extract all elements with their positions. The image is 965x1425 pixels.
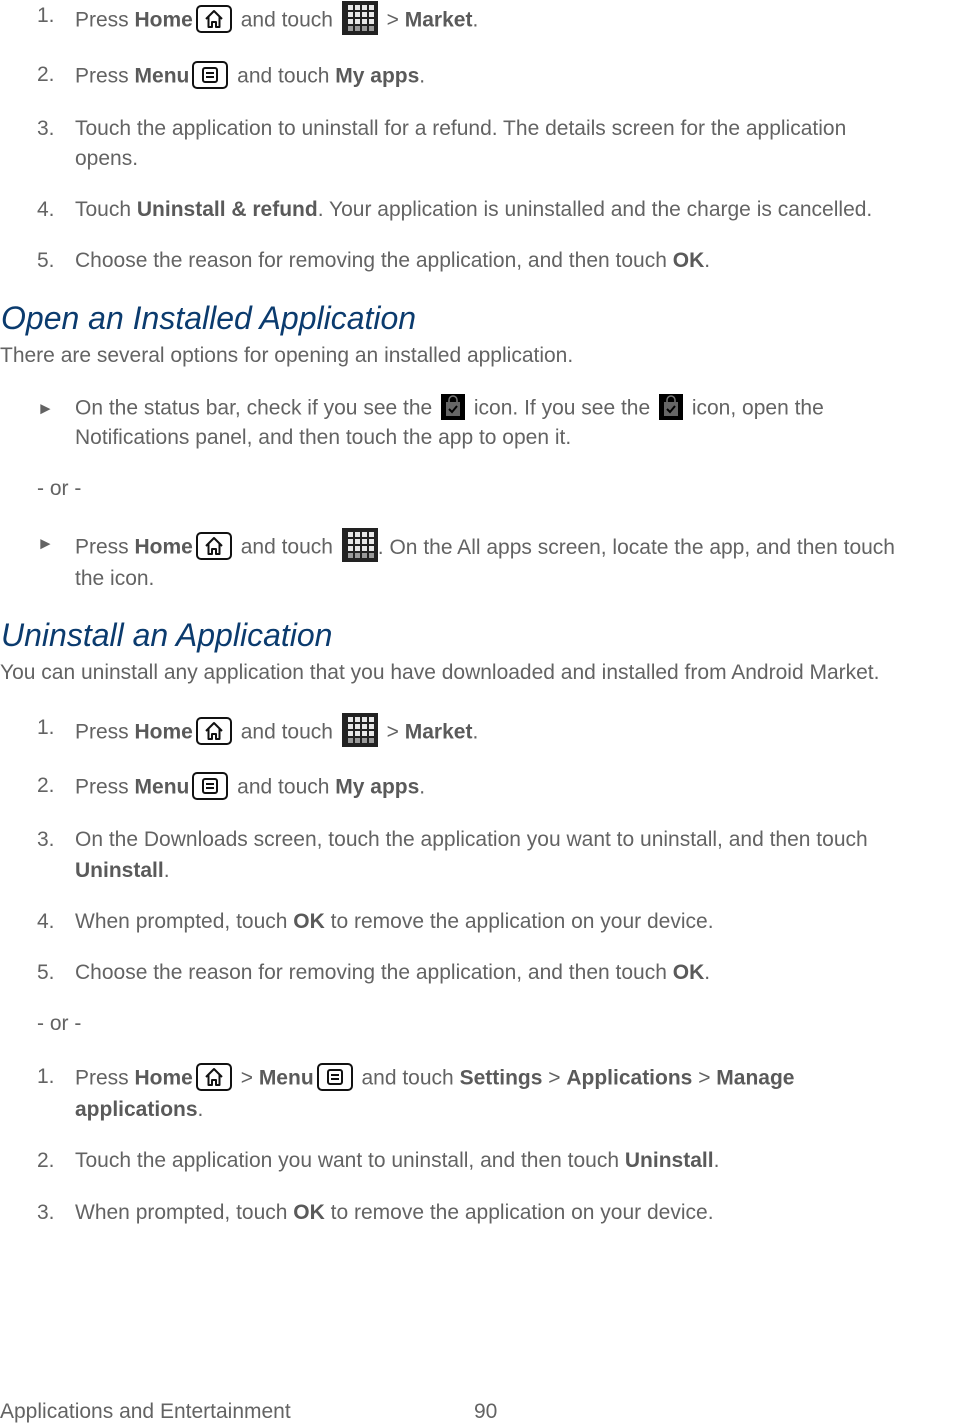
bullet-arrow-icon: ► xyxy=(37,534,54,553)
footer-section-title: Applications and Entertainment xyxy=(0,1400,291,1423)
home-icon xyxy=(195,717,232,745)
section-intro-uninstall: You can uninstall any application that y… xyxy=(0,661,880,684)
all-apps-grid-icon xyxy=(341,528,378,562)
home-icon xyxy=(195,5,232,33)
all-apps-grid-icon xyxy=(341,713,378,747)
market-bag-check-icon xyxy=(441,394,466,420)
section-heading-open: Open an Installed Application xyxy=(1,300,417,336)
bullet-arrow-icon: ► xyxy=(37,399,54,418)
market-bag-check-icon xyxy=(659,394,683,420)
footer-page-number: 90 xyxy=(474,1400,498,1423)
section-heading-uninstall: Uninstall an Application xyxy=(1,617,333,653)
menu-icon xyxy=(192,61,229,89)
menu-icon xyxy=(316,1063,353,1091)
home-icon xyxy=(195,532,232,560)
section-intro-open: There are several options for opening an… xyxy=(0,344,574,367)
home-icon xyxy=(195,1063,232,1091)
menu-icon xyxy=(192,772,229,800)
all-apps-grid-icon xyxy=(341,1,378,35)
